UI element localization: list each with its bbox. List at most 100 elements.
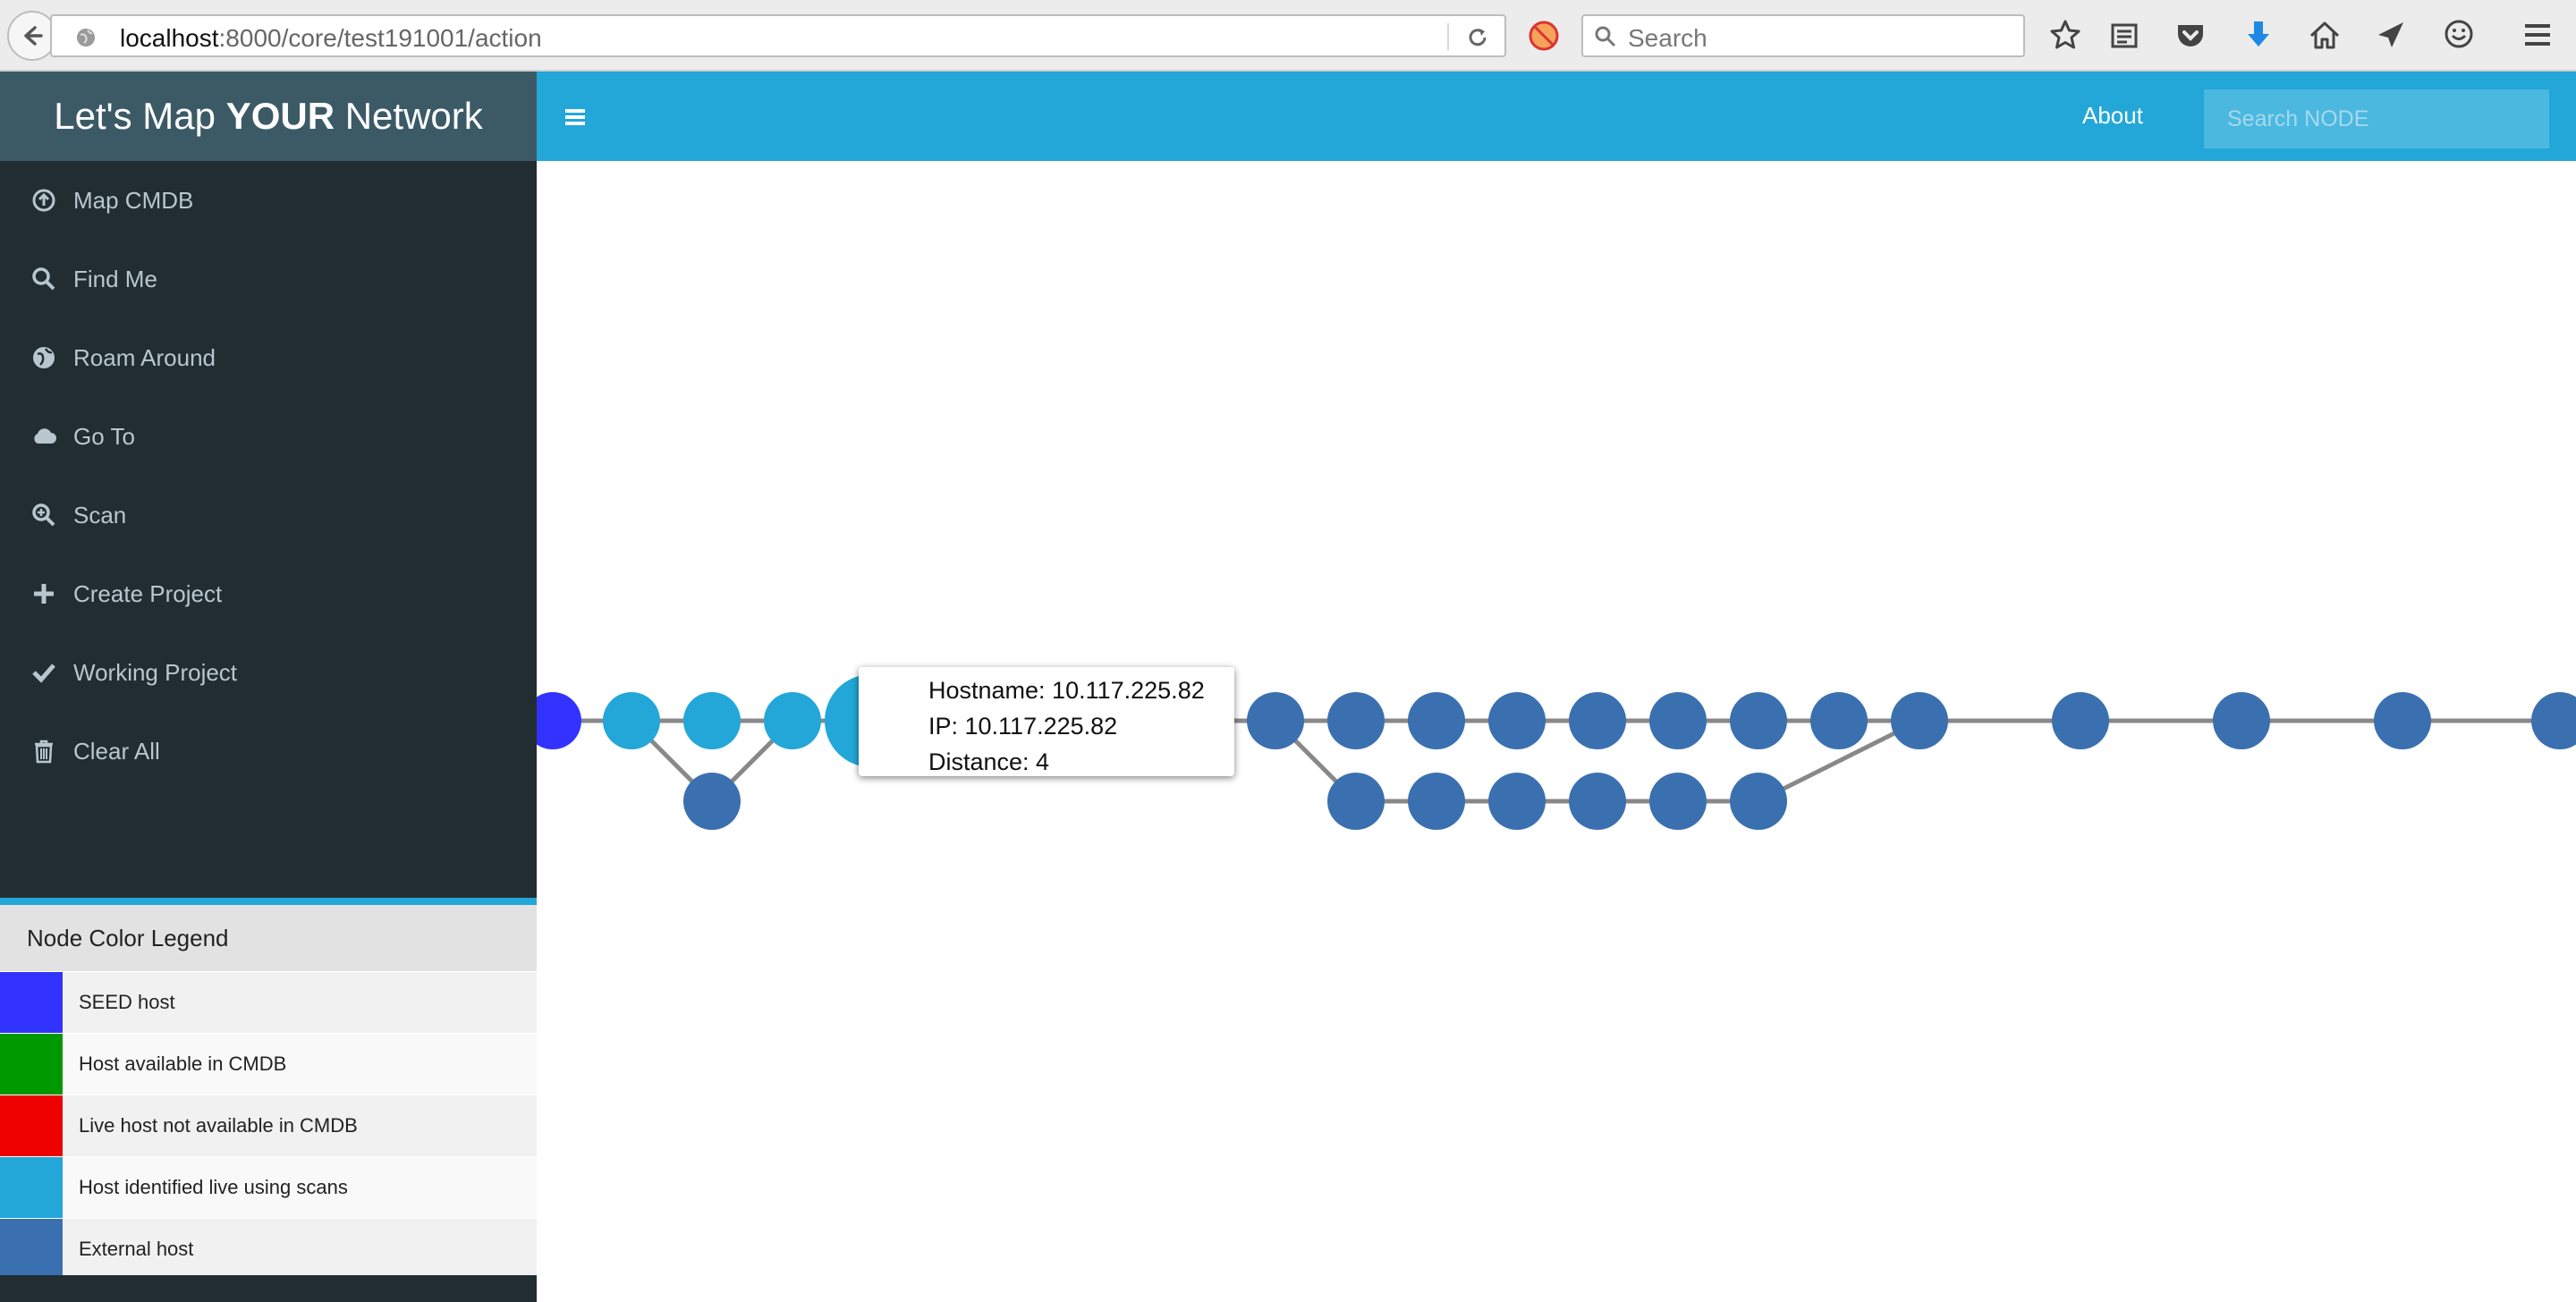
legend-label: Host available in CMDB bbox=[79, 1053, 287, 1075]
reading-list-icon[interactable] bbox=[2107, 18, 2141, 52]
legend-swatch bbox=[0, 972, 63, 1033]
sidebar-item-label: Map CMDB bbox=[73, 186, 194, 214]
legend-item: SEED host bbox=[0, 971, 537, 1033]
graph-node[interactable] bbox=[1247, 692, 1304, 749]
tooltip-ip: IP: 10.117.225.82 bbox=[928, 713, 1118, 740]
sidebar-item-label: Go To bbox=[73, 422, 135, 450]
sidebar-item-label: Scan bbox=[73, 501, 127, 528]
url-text[interactable]: localhost:8000/core/test191001/action bbox=[120, 24, 542, 53]
legend-item: Live host not available in CMDB bbox=[0, 1095, 537, 1156]
graph-nodes bbox=[537, 674, 2576, 830]
url-path: :8000/core/test191001/action bbox=[218, 24, 542, 52]
graph-node[interactable] bbox=[1569, 692, 1626, 749]
download-icon[interactable] bbox=[2241, 18, 2275, 52]
globe-icon bbox=[30, 344, 57, 371]
graph-node[interactable] bbox=[1569, 773, 1626, 830]
graph-node[interactable] bbox=[1891, 692, 1948, 749]
zoom-in-icon bbox=[30, 502, 57, 528]
blocked-addon-icon[interactable] bbox=[1528, 20, 1560, 52]
trash-icon bbox=[30, 738, 57, 765]
plus-icon bbox=[30, 580, 57, 607]
sidebar-toggle-icon[interactable] bbox=[564, 107, 587, 127]
address-bar[interactable]: localhost:8000/core/test191001/action bbox=[50, 14, 1506, 57]
legend-label: SEED host bbox=[79, 991, 175, 1013]
graph-node[interactable] bbox=[1327, 773, 1385, 830]
legend-item: Host identified live using scans bbox=[0, 1156, 537, 1218]
bookmark-star-icon[interactable] bbox=[2048, 18, 2082, 52]
logo-text-bold: YOUR bbox=[225, 95, 335, 137]
graph-node[interactable] bbox=[1649, 773, 1707, 830]
sidebar-item-find-me[interactable]: Find Me bbox=[0, 240, 537, 318]
search-placeholder: Search bbox=[1628, 24, 1707, 52]
search-icon bbox=[1595, 26, 1616, 47]
upload-circle-icon bbox=[30, 187, 57, 214]
pocket-icon[interactable] bbox=[2174, 18, 2207, 52]
legend-title: Node Color Legend bbox=[0, 905, 537, 971]
sidebar-item-working-project[interactable]: Working Project bbox=[0, 633, 537, 712]
search-node-input[interactable] bbox=[2204, 89, 2549, 148]
app-header: About bbox=[537, 72, 2576, 161]
graph-node[interactable] bbox=[683, 773, 741, 830]
graph-node[interactable] bbox=[764, 692, 821, 749]
sidebar-item-go-to[interactable]: Go To bbox=[0, 397, 537, 476]
sidebar-item-roam-around[interactable]: Roam Around bbox=[0, 318, 537, 397]
home-icon[interactable] bbox=[2308, 18, 2342, 52]
legend-swatch bbox=[0, 1219, 63, 1280]
sidebar-item-label: Roam Around bbox=[73, 343, 216, 371]
logo-text-suffix: Network bbox=[335, 95, 483, 137]
graph-node[interactable] bbox=[1730, 773, 1787, 830]
sidebar-item-clear-all[interactable]: Clear All bbox=[0, 712, 537, 790]
graph-node[interactable] bbox=[1649, 692, 1707, 749]
graph-node[interactable] bbox=[2213, 692, 2270, 749]
node-color-legend: Node Color Legend SEED host Host availab… bbox=[0, 898, 537, 1280]
legend-swatch bbox=[0, 1095, 63, 1156]
graph-node[interactable] bbox=[2531, 692, 2576, 749]
graph-node[interactable] bbox=[683, 692, 741, 749]
browser-search-box[interactable]: Search bbox=[1581, 14, 2025, 57]
logo-text-prefix: Let's Map bbox=[54, 95, 226, 137]
sidebar-item-scan[interactable]: Scan bbox=[0, 476, 537, 554]
sidebar-item-label: Working Project bbox=[73, 658, 238, 686]
legend-label: Live host not available in CMDB bbox=[79, 1114, 358, 1137]
graph-node[interactable] bbox=[1408, 692, 1465, 749]
browser-toolbar: localhost:8000/core/test191001/action Se… bbox=[0, 0, 2576, 72]
sidebar-menu: Map CMDB Find Me Roam Around Go To Scan … bbox=[0, 161, 537, 790]
sidebar-item-create-project[interactable]: Create Project bbox=[0, 554, 537, 633]
graph-node[interactable] bbox=[1810, 692, 1868, 749]
sidebar-footer bbox=[0, 1275, 537, 1302]
chat-icon[interactable] bbox=[2442, 18, 2476, 52]
check-icon bbox=[30, 659, 57, 686]
search-icon bbox=[30, 266, 57, 292]
graph-node[interactable] bbox=[603, 692, 660, 749]
hamburger-menu-icon[interactable] bbox=[2521, 18, 2555, 52]
back-arrow-icon bbox=[24, 26, 43, 46]
site-identity-icon[interactable] bbox=[75, 27, 97, 48]
about-link[interactable]: About bbox=[2082, 102, 2143, 130]
graph-node[interactable] bbox=[1488, 773, 1546, 830]
node-tooltip: Hostname: 10.117.225.82 IP: 10.117.225.8… bbox=[859, 667, 1234, 776]
reload-icon[interactable] bbox=[1465, 25, 1490, 50]
legend-item: External host bbox=[0, 1218, 537, 1280]
legend-label: Host identified live using scans bbox=[79, 1176, 348, 1198]
url-host: localhost bbox=[120, 24, 219, 52]
tooltip-hostname: Hostname: 10.117.225.82 bbox=[928, 677, 1205, 704]
share-icon[interactable] bbox=[2374, 18, 2408, 52]
legend-swatch bbox=[0, 1157, 63, 1218]
graph-node[interactable] bbox=[1408, 773, 1465, 830]
legend-swatch bbox=[0, 1034, 63, 1095]
graph-node-seed[interactable] bbox=[537, 692, 581, 749]
divider bbox=[1447, 23, 1449, 50]
sidebar-item-label: Find Me bbox=[73, 265, 157, 292]
sidebar-item-map-cmdb[interactable]: Map CMDB bbox=[0, 161, 537, 240]
cloud-icon bbox=[30, 423, 57, 450]
sidebar-item-label: Clear All bbox=[73, 737, 160, 765]
legend-label: External host bbox=[79, 1238, 194, 1260]
graph-node[interactable] bbox=[2052, 692, 2109, 749]
network-graph[interactable] bbox=[537, 161, 2576, 1302]
app-logo[interactable]: Let's Map YOUR Network bbox=[0, 72, 537, 161]
graph-node[interactable] bbox=[1327, 692, 1385, 749]
graph-node[interactable] bbox=[1488, 692, 1546, 749]
graph-node[interactable] bbox=[1730, 692, 1787, 749]
graph-node[interactable] bbox=[2374, 692, 2431, 749]
tooltip-distance: Distance: 4 bbox=[928, 748, 1050, 775]
